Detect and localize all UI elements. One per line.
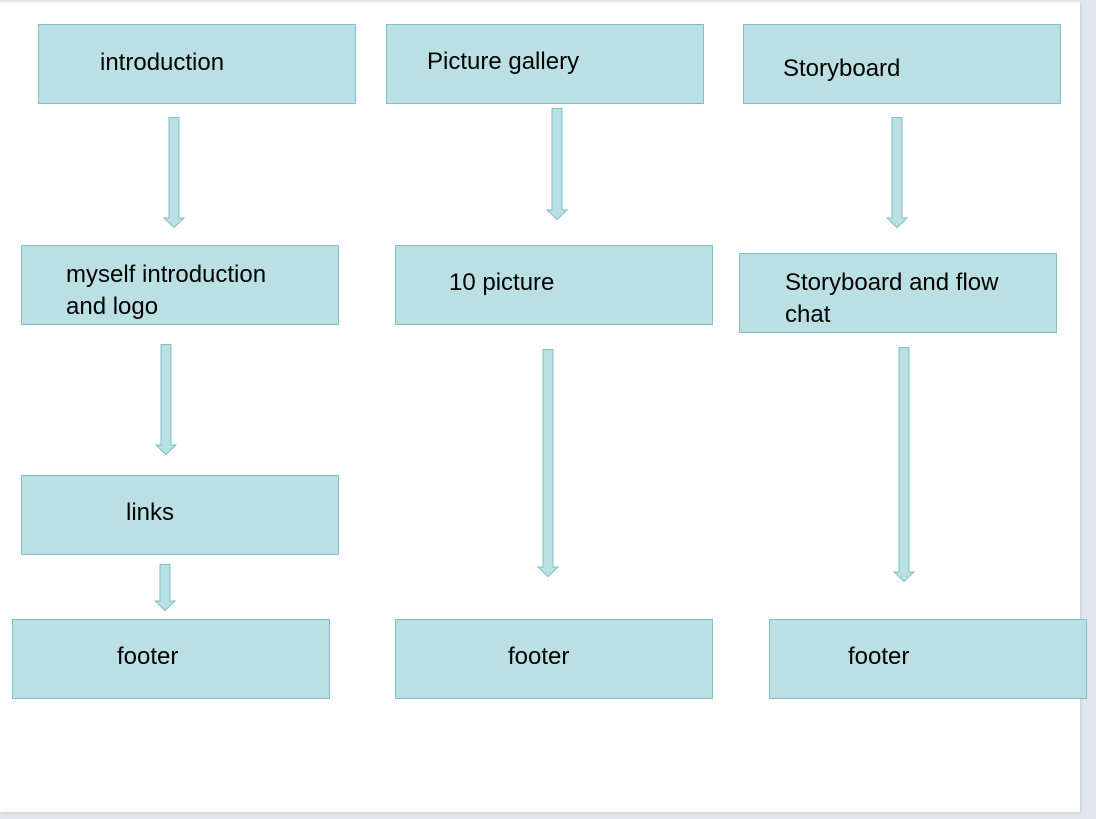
box-picture-gallery[interactable]: Picture gallery xyxy=(386,24,704,104)
box-label: footer xyxy=(117,643,179,670)
arrow-down-icon xyxy=(892,347,916,583)
box-storyboard[interactable]: Storyboard xyxy=(743,24,1061,104)
arrow-shape xyxy=(892,347,916,583)
box-label: links xyxy=(126,499,175,526)
arrow-shape xyxy=(154,344,178,456)
box-links[interactable]: links xyxy=(21,475,339,555)
box-label-line2: and logo xyxy=(66,293,159,320)
arrow-shape xyxy=(153,564,177,612)
box-label-line2: chat xyxy=(785,301,831,328)
arrow-shape xyxy=(536,349,560,578)
box-footer-3[interactable]: footer xyxy=(769,619,1087,699)
arrow-down-icon xyxy=(162,117,186,229)
box-introduction[interactable]: introduction xyxy=(38,24,356,104)
box-label: footer xyxy=(508,643,570,670)
arrow-shape xyxy=(545,108,569,221)
box-storyboard-and-flow-chat[interactable]: Storyboard and flow chat xyxy=(739,253,1057,333)
box-10-picture[interactable]: 10 picture xyxy=(395,245,713,325)
arrow-down-icon xyxy=(154,344,178,456)
arrow-down-icon xyxy=(885,117,909,229)
arrow-shape xyxy=(162,117,186,229)
box-label: Storyboard xyxy=(783,55,901,82)
arrow-down-icon xyxy=(545,108,569,221)
arrow-down-icon xyxy=(153,564,177,612)
box-label-line1: myself introduction xyxy=(66,261,267,288)
arrow-down-icon xyxy=(536,349,560,578)
arrow-shape xyxy=(885,117,909,229)
box-footer-2[interactable]: footer xyxy=(395,619,713,699)
slide-canvas: introduction myself introduction and log… xyxy=(0,2,1087,812)
box-label: introduction xyxy=(100,49,225,76)
box-label-line1: Storyboard and flow xyxy=(785,269,999,296)
box-label: footer xyxy=(848,643,910,670)
box-myself-introduction-and-logo[interactable]: myself introduction and logo xyxy=(21,245,339,325)
box-label: Picture gallery xyxy=(427,48,580,75)
box-label: 10 picture xyxy=(449,269,555,296)
box-footer-1[interactable]: footer xyxy=(12,619,330,699)
